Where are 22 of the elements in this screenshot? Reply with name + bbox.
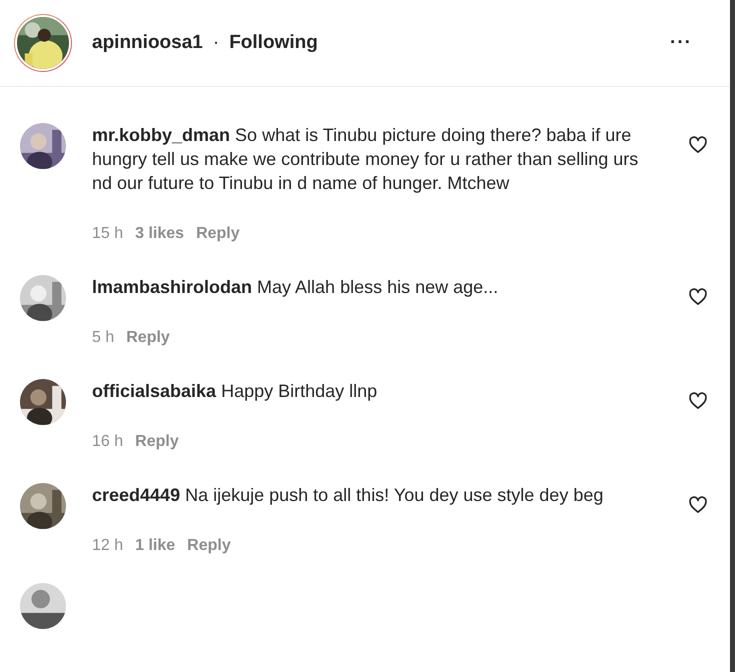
following-button[interactable]: Following [229, 32, 318, 54]
reply-button[interactable]: Reply [135, 433, 179, 451]
reply-button[interactable]: Reply [187, 537, 231, 555]
like-heart-icon[interactable] [688, 495, 708, 515]
username[interactable]: apinnioosa1 [92, 32, 203, 54]
reply-button[interactable]: Reply [126, 329, 170, 347]
like-heart-icon[interactable] [688, 135, 708, 155]
comment-text: mr.kobby_dman So what is Tinubu picture doing there? baba if ure hungry tell us make we contribute money for u rather than selling urs nd our future to Tinubu in d name of hunger. Mtchew [92, 124, 640, 195]
comment-text: creed4449 Na ijekuje push to all this! You dey use style dey beg [92, 484, 604, 507]
comment-time: 5 h [92, 329, 114, 347]
reply-button[interactable]: Reply [196, 225, 240, 243]
comment-time: 15 h [92, 225, 124, 243]
more-button[interactable]: ··· [670, 32, 692, 54]
likes-link[interactable]: 1 like [135, 537, 176, 555]
like-heart-icon[interactable] [688, 391, 708, 411]
comment-text: officialsabaika Happy Birthday llnp [92, 380, 378, 403]
likes-link[interactable]: 3 likes [135, 225, 184, 243]
like-heart-icon[interactable] [688, 287, 708, 307]
comment-time: 12 h [92, 537, 124, 555]
separator-dot: · [212, 32, 220, 54]
comment-time: 16 h [92, 433, 124, 451]
comment-text: lmambashirolodan May Allah bless his new age... [92, 276, 500, 299]
